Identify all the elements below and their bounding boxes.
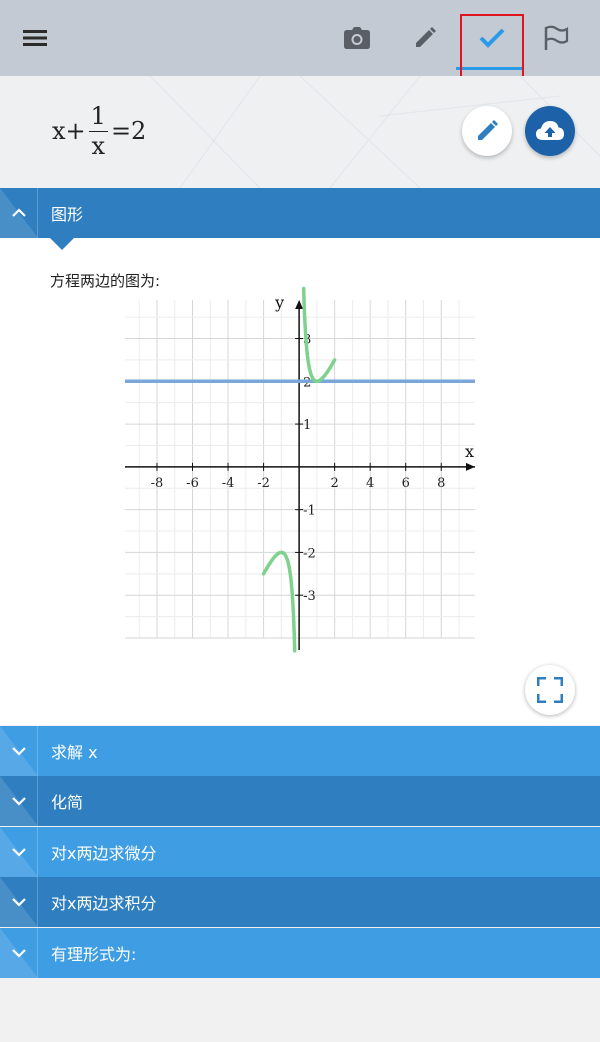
bottom-spacer <box>0 978 600 1042</box>
x-tick-label: 4 <box>366 476 374 491</box>
fullscreen-icon <box>537 677 563 703</box>
fraction-numerator: 1 <box>88 102 108 132</box>
x-axis-arrow <box>466 462 475 471</box>
camera-button[interactable] <box>332 0 382 76</box>
chevron-up-icon <box>0 188 38 238</box>
graph-panel: 方程两边的图为: xy-8-6-4-22468-3-2-1123 <box>0 238 600 725</box>
section-header-integrate[interactable]: 对x两边求积分 <box>0 877 600 927</box>
edit-equation-button[interactable] <box>462 106 512 156</box>
x-tick-label: 6 <box>402 476 410 491</box>
x-tick-label: -2 <box>257 476 270 491</box>
y-tick-label: -3 <box>303 589 316 604</box>
x-tick-label: 2 <box>331 476 339 491</box>
section-label: 图形 <box>51 205 84 224</box>
equation-lhs: x+ <box>52 117 86 145</box>
equation-panel: x+ 1 x =2 <box>0 76 600 188</box>
section-header-solve-x[interactable]: 求解 x <box>0 726 600 776</box>
y-tick-label: -2 <box>303 546 316 561</box>
fullscreen-button[interactable] <box>525 665 575 715</box>
chevron-down-icon <box>0 726 38 776</box>
section-header-simplify[interactable]: 化简 <box>0 776 600 826</box>
x-tick-label: 8 <box>437 476 445 491</box>
menu-icon <box>23 30 47 46</box>
chevron-down-icon <box>0 776 38 826</box>
section-pointer <box>50 238 74 250</box>
x-tick-label: -8 <box>151 476 164 491</box>
upload-button[interactable] <box>525 106 575 156</box>
x-tick-label: -6 <box>186 476 199 491</box>
series-curve-negative <box>261 550 297 653</box>
section-label: 有理形式为: <box>51 945 137 964</box>
y-tick-label: 1 <box>303 418 311 433</box>
highlight-box <box>460 14 524 80</box>
section-header-graph[interactable]: 图形 <box>0 188 600 238</box>
flag-button[interactable] <box>530 0 582 76</box>
section-header-rational-form[interactable]: 有理形式为: <box>0 928 600 978</box>
section-header-differentiate[interactable]: 对x两边求微分 <box>0 827 600 877</box>
section-label: 对x两边求微分 <box>51 844 157 863</box>
fraction-denominator: x <box>91 132 106 160</box>
chevron-down-icon <box>0 827 38 877</box>
equation-display[interactable]: x+ 1 x =2 <box>52 96 146 166</box>
section-label: 求解 x <box>51 743 98 762</box>
y-tick-label: -1 <box>303 504 316 519</box>
menu-button[interactable] <box>10 0 60 76</box>
x-tick-label: -4 <box>222 476 235 491</box>
function-graph[interactable]: xy-8-6-4-22468-3-2-1123 <box>0 238 600 725</box>
handwrite-button[interactable] <box>400 0 450 76</box>
cloud-upload-icon <box>536 121 564 140</box>
chevron-down-icon <box>0 928 38 978</box>
y-axis-label: y <box>274 293 284 312</box>
x-axis-label: x <box>465 442 474 461</box>
section-label: 对x两边求积分 <box>51 894 157 913</box>
section-label: 化简 <box>51 793 84 812</box>
y-axis-arrow <box>295 300 304 309</box>
pencil-icon <box>416 27 436 47</box>
equation-rhs: =2 <box>110 117 147 145</box>
flag-icon <box>544 25 569 50</box>
fraction: 1 x <box>88 102 108 160</box>
pencil-icon <box>478 120 498 140</box>
chevron-down-icon <box>0 877 38 927</box>
camera-icon <box>344 27 370 49</box>
